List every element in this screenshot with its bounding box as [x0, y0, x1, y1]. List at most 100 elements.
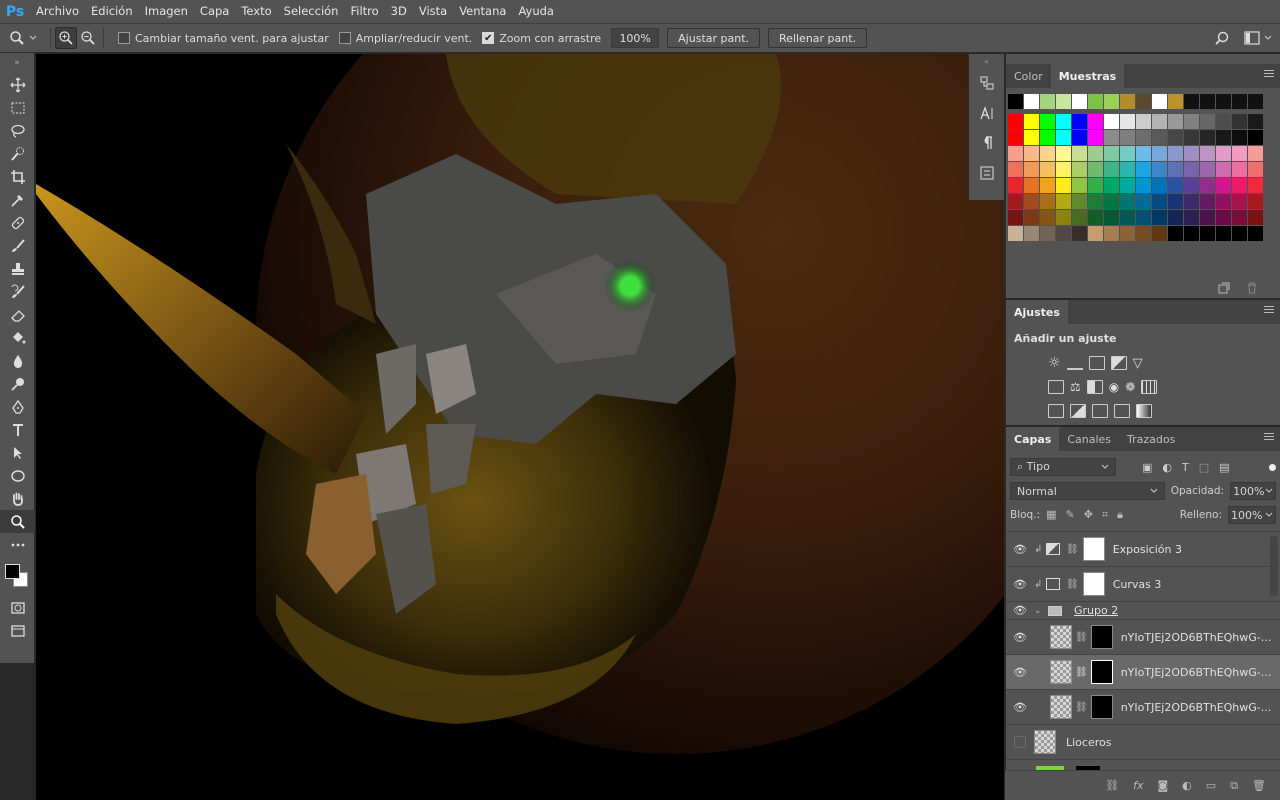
- swatch[interactable]: [1136, 130, 1152, 145]
- collapse-toggle[interactable]: «: [969, 54, 1004, 68]
- swatch[interactable]: [1136, 226, 1152, 241]
- history-panel-button[interactable]: [969, 68, 1004, 98]
- layer-style-icon[interactable]: fx: [1133, 779, 1143, 792]
- swatch[interactable]: [1024, 162, 1040, 177]
- swatch[interactable]: [1152, 114, 1168, 129]
- ellipse-tool[interactable]: [0, 464, 35, 487]
- swatch[interactable]: [1040, 210, 1056, 225]
- layer-row-selected[interactable]: 👁︎ ⛓︎ nYIoTJEj2OD6BThEQhwG-...: [1006, 655, 1280, 690]
- swatch[interactable]: [1184, 114, 1200, 129]
- photoshop-logo[interactable]: Ps: [0, 0, 30, 23]
- swatch[interactable]: [1008, 114, 1024, 129]
- swatch[interactable]: [1152, 226, 1168, 241]
- tab-paths[interactable]: Trazados: [1119, 427, 1183, 451]
- menu-ventana[interactable]: Ventana: [453, 0, 512, 23]
- swatch[interactable]: [1200, 162, 1216, 177]
- swatch[interactable]: [1200, 178, 1216, 193]
- swatch[interactable]: [1184, 194, 1200, 209]
- paragraph-panel-button[interactable]: [969, 128, 1004, 158]
- swatch[interactable]: [1168, 178, 1184, 193]
- swatch[interactable]: [1088, 94, 1104, 109]
- gradient-map-icon[interactable]: [1136, 404, 1152, 418]
- swatch[interactable]: [1024, 194, 1040, 209]
- swatch[interactable]: [1248, 210, 1264, 225]
- swatch[interactable]: [1120, 178, 1136, 193]
- layer-name[interactable]: Curvas 3: [1113, 578, 1162, 591]
- new-swatch-icon[interactable]: [1218, 282, 1230, 294]
- posterize-icon[interactable]: [1070, 404, 1086, 418]
- swatch[interactable]: [1248, 178, 1264, 193]
- color-balance-icon[interactable]: ⚖: [1070, 380, 1081, 394]
- selective-color-icon[interactable]: [1114, 404, 1130, 418]
- opacity-field[interactable]: 100%: [1230, 482, 1276, 500]
- checkbox-box[interactable]: [118, 32, 130, 44]
- swatch[interactable]: [1120, 226, 1136, 241]
- swatch[interactable]: [1104, 94, 1120, 109]
- swatch[interactable]: [1168, 94, 1184, 109]
- layer-filter-dropdown[interactable]: ⌕ Tipo: [1010, 458, 1116, 476]
- swatch[interactable]: [1056, 226, 1072, 241]
- swatch[interactable]: [1168, 130, 1184, 145]
- swatch[interactable]: [1168, 114, 1184, 129]
- swatch[interactable]: [1232, 178, 1248, 193]
- swatch[interactable]: [1216, 226, 1232, 241]
- zoom-all-windows-checkbox[interactable]: Ampliar/reducir vent.: [338, 32, 472, 45]
- swatch[interactable]: [1120, 146, 1136, 161]
- swatch[interactable]: [1088, 146, 1104, 161]
- document-canvas[interactable]: [36, 54, 1004, 800]
- lasso-tool[interactable]: [0, 119, 35, 142]
- path-selection-tool[interactable]: [0, 441, 35, 464]
- swatch[interactable]: [1232, 146, 1248, 161]
- link-icon[interactable]: ⛓︎: [1075, 667, 1088, 678]
- search-icon[interactable]: [1214, 30, 1230, 46]
- swatch[interactable]: [1248, 146, 1264, 161]
- layer-thumbnail[interactable]: [1034, 730, 1056, 754]
- swatch[interactable]: [1056, 210, 1072, 225]
- swatch[interactable]: [1008, 162, 1024, 177]
- layer-mask-thumbnail[interactable]: [1090, 660, 1113, 684]
- swatch[interactable]: [1184, 146, 1200, 161]
- filter-type-icon[interactable]: T: [1182, 461, 1189, 474]
- swatch[interactable]: [1232, 114, 1248, 129]
- fill-screen-button[interactable]: Rellenar pant.: [768, 28, 868, 48]
- swatch[interactable]: [1088, 130, 1104, 145]
- swatch[interactable]: [1120, 114, 1136, 129]
- swatch[interactable]: [1072, 114, 1088, 129]
- layer-name[interactable]: Exposición 3: [1113, 543, 1182, 556]
- menu-3d[interactable]: 3D: [385, 0, 413, 23]
- swatch[interactable]: [1088, 114, 1104, 129]
- black-white-icon[interactable]: [1086, 380, 1103, 394]
- layer-name[interactable]: Lioceros: [1066, 736, 1111, 749]
- eye-icon[interactable]: 👁︎: [1006, 666, 1034, 679]
- swatch[interactable]: [1184, 210, 1200, 225]
- chevron-down-icon[interactable]: ⌄: [1034, 606, 1048, 616]
- properties-panel-button[interactable]: [969, 158, 1004, 188]
- swatch[interactable]: [1040, 162, 1056, 177]
- swatch[interactable]: [1088, 162, 1104, 177]
- threshold-icon[interactable]: [1092, 404, 1108, 418]
- layer-mask-thumbnail[interactable]: [1082, 537, 1105, 561]
- swatch[interactable]: [1040, 146, 1056, 161]
- levels-icon[interactable]: [1066, 356, 1083, 370]
- swatch[interactable]: [1152, 146, 1168, 161]
- brush-tool[interactable]: [0, 234, 35, 257]
- panel-menu-icon[interactable]: [1264, 306, 1274, 316]
- swatch[interactable]: [1216, 178, 1232, 193]
- workspace-switcher[interactable]: [1244, 31, 1272, 45]
- swatch[interactable]: [1088, 226, 1104, 241]
- swatch[interactable]: [1008, 146, 1024, 161]
- swatch[interactable]: [1008, 210, 1024, 225]
- quick-selection-tool[interactable]: [0, 142, 35, 165]
- zoom-tool[interactable]: [0, 510, 35, 533]
- eyedropper-tool[interactable]: [0, 188, 35, 211]
- swatch[interactable]: [1248, 226, 1264, 241]
- eye-icon[interactable]: 👁︎: [1006, 578, 1034, 591]
- swatch[interactable]: [1008, 178, 1024, 193]
- blur-tool[interactable]: [0, 349, 35, 372]
- tab-color[interactable]: Color: [1006, 64, 1051, 88]
- invert-icon[interactable]: [1048, 404, 1064, 418]
- filter-shape-icon[interactable]: ⬚: [1199, 461, 1209, 474]
- layer-row[interactable]: 👁︎ ⛓︎ nYIoTJEj2OD6BThEQhwG-...: [1006, 620, 1280, 655]
- swatch[interactable]: [1120, 94, 1136, 109]
- swatch[interactable]: [1072, 210, 1088, 225]
